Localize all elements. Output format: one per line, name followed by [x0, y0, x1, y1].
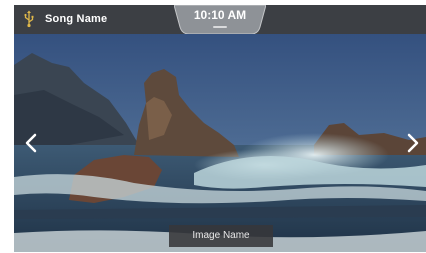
song-name: Song Name [45, 13, 108, 25]
chevron-right-icon[interactable] [405, 132, 421, 154]
background-photo [14, 5, 426, 252]
usb-icon [24, 10, 34, 28]
chevron-left-icon[interactable] [23, 132, 39, 154]
pull-down-handle[interactable] [213, 26, 227, 28]
clock-tab[interactable]: 10:10 AM [174, 5, 266, 34]
image-name-caption: Image Name [169, 225, 273, 247]
media-screen: Song Name 10:10 AM Image Name [14, 5, 426, 252]
top-bar: Song Name 10:10 AM [14, 5, 426, 34]
clock-time: 10:10 AM [193, 8, 247, 22]
